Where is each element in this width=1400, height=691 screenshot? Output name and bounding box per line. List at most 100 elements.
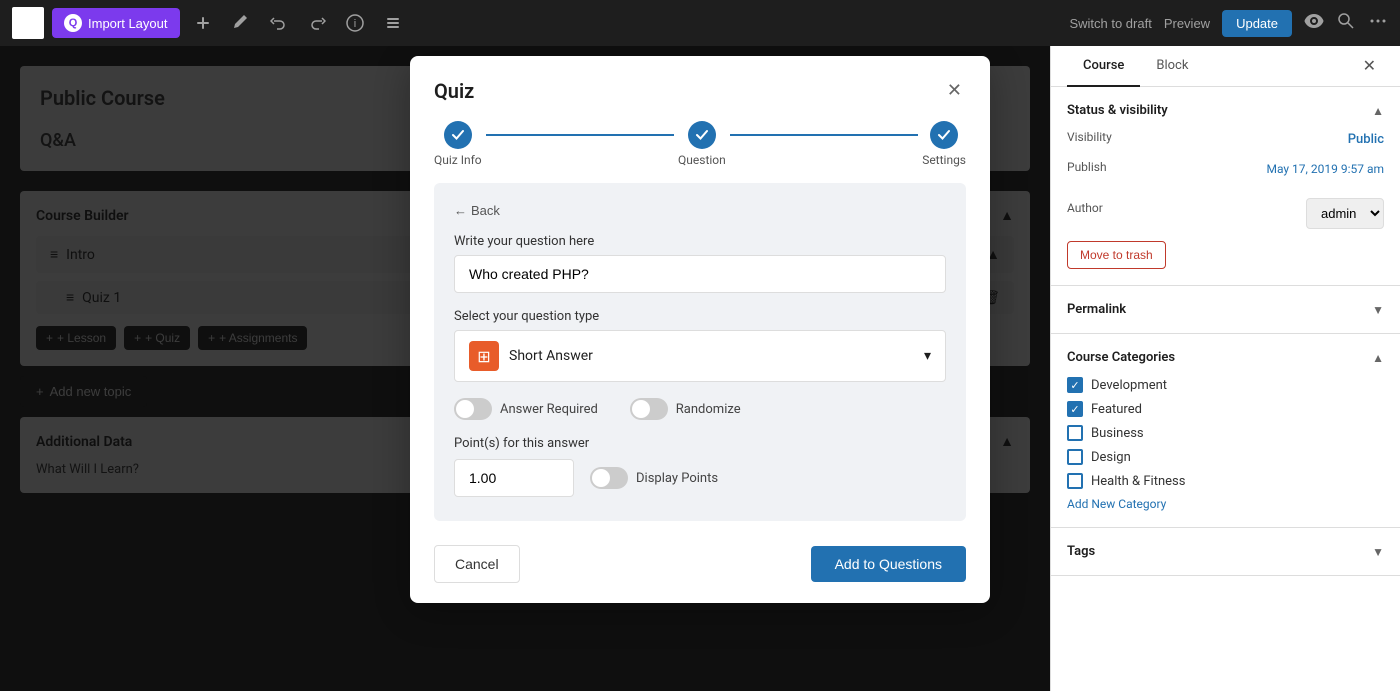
chevron-down-icon: ▾	[924, 348, 931, 364]
step2-label: Question	[678, 153, 726, 167]
tags-title: Tags	[1067, 544, 1095, 559]
permalink-header[interactable]: Permalink ▼	[1067, 302, 1384, 317]
permalink-section: Permalink ▼	[1051, 286, 1400, 334]
step-quiz-info: Quiz Info	[434, 121, 482, 167]
author-select[interactable]: admin	[1306, 198, 1384, 229]
category-featured-checkbox[interactable]: ✓	[1067, 401, 1083, 417]
toggle-knob-1	[456, 400, 474, 418]
categories-title: Course Categories	[1067, 350, 1175, 365]
back-button[interactable]: ← Back	[454, 203, 500, 218]
stepper: Quiz Info Question Settings	[410, 105, 990, 183]
svg-text:W: W	[23, 18, 33, 31]
question-type-value: Short Answer	[509, 348, 593, 364]
author-label: Author	[1067, 201, 1103, 215]
points-row: Display Points	[454, 459, 946, 497]
answer-required-toggle-item: Answer Required	[454, 398, 598, 420]
modal-inner-panel: ← Back Write your question here Select y…	[434, 183, 966, 521]
settings-button[interactable]	[1304, 11, 1324, 36]
topbar-right: Switch to draft Preview Update	[1069, 10, 1388, 37]
move-to-trash-button[interactable]: Move to trash	[1067, 241, 1166, 269]
info-button[interactable]: i	[340, 8, 370, 38]
question-label: Write your question here	[454, 234, 946, 249]
qt-left: ⊞ Short Answer	[469, 341, 593, 371]
switch-to-draft-button[interactable]: Switch to draft	[1069, 16, 1151, 31]
modal-footer: Cancel Add to Questions	[410, 545, 990, 603]
category-business-label: Business	[1091, 426, 1144, 441]
categories-chevron: ▲	[1372, 351, 1384, 365]
topbar: W Q Import Layout i Switch to draft Prev…	[0, 0, 1400, 46]
category-featured: ✓ Featured	[1067, 401, 1384, 417]
back-arrow-icon: ←	[454, 203, 467, 218]
edit-button[interactable]	[226, 8, 256, 38]
add-block-button[interactable]	[188, 8, 218, 38]
status-visibility-chevron: ▲	[1372, 104, 1384, 118]
randomize-label: Randomize	[676, 402, 741, 417]
step3-circle	[930, 121, 958, 149]
category-design: Design	[1067, 449, 1384, 465]
visibility-label: Visibility	[1067, 130, 1112, 144]
tags-section: Tags ▼	[1051, 528, 1400, 576]
import-layout-button[interactable]: Q Import Layout	[52, 8, 180, 38]
publish-field: Publish May 17, 2019 9:57 am	[1067, 160, 1384, 178]
category-business: Business	[1067, 425, 1384, 441]
redo-button[interactable]	[302, 8, 332, 38]
display-points-toggle[interactable]	[590, 467, 628, 489]
add-to-questions-button[interactable]: Add to Questions	[811, 546, 966, 582]
status-visibility-header[interactable]: Status & visibility ▲	[1067, 103, 1384, 118]
cancel-button[interactable]: Cancel	[434, 545, 520, 583]
publish-value[interactable]: May 17, 2019 9:57 am	[1266, 162, 1384, 176]
category-featured-label: Featured	[1091, 402, 1142, 417]
permalink-chevron: ▼	[1372, 303, 1384, 317]
category-development-checkbox[interactable]: ✓	[1067, 377, 1083, 393]
q-icon: Q	[64, 14, 82, 32]
preview-button[interactable]: Preview	[1164, 16, 1210, 31]
category-health-fitness-checkbox[interactable]	[1067, 473, 1083, 489]
randomize-toggle-item: Randomize	[630, 398, 741, 420]
search-button[interactable]	[1336, 11, 1356, 36]
category-health-fitness: Health & Fitness	[1067, 473, 1384, 489]
question-input[interactable]	[454, 255, 946, 293]
more-options-button[interactable]	[1368, 11, 1388, 36]
list-button[interactable]	[378, 8, 408, 38]
permalink-title: Permalink	[1067, 302, 1126, 317]
category-development-label: Development	[1091, 378, 1167, 393]
checkmark-icon: ✓	[1070, 379, 1079, 392]
category-business-checkbox[interactable]	[1067, 425, 1083, 441]
points-section: Point(s) for this answer Display Points	[454, 436, 946, 497]
step3-label: Settings	[922, 153, 966, 167]
step2-circle	[688, 121, 716, 149]
toggle-knob-3	[592, 469, 610, 487]
quiz-modal: Quiz ✕ Quiz Info Question Settings ←	[410, 56, 990, 603]
step-settings: Settings	[922, 121, 966, 167]
step-question: Question	[678, 121, 726, 167]
question-type-label: Select your question type	[454, 309, 946, 324]
randomize-toggle[interactable]	[630, 398, 668, 420]
wp-logo-icon: W	[12, 7, 44, 39]
tags-chevron: ▼	[1372, 545, 1384, 559]
checkmark-icon-2: ✓	[1070, 403, 1079, 416]
update-button[interactable]: Update	[1222, 10, 1292, 37]
tab-course[interactable]: Course	[1067, 46, 1140, 87]
svg-text:i: i	[353, 18, 355, 30]
step-line-1	[486, 134, 674, 136]
right-panel-close-button[interactable]: ✕	[1355, 46, 1384, 86]
tags-header[interactable]: Tags ▼	[1067, 544, 1384, 559]
answer-required-toggle[interactable]	[454, 398, 492, 420]
add-new-category-link[interactable]: Add New Category	[1067, 497, 1384, 511]
modal-title: Quiz	[434, 79, 474, 103]
tab-block[interactable]: Block	[1140, 46, 1204, 87]
right-panel: Course Block ✕ Status & visibility ▲ Vis…	[1050, 46, 1400, 691]
answer-required-label: Answer Required	[500, 402, 598, 417]
points-input[interactable]	[454, 459, 574, 497]
categories-header[interactable]: Course Categories ▲	[1067, 350, 1384, 365]
step-line-2	[730, 134, 918, 136]
category-design-checkbox[interactable]	[1067, 449, 1083, 465]
visibility-value[interactable]: Public	[1348, 132, 1384, 147]
undo-button[interactable]	[264, 8, 294, 38]
author-field: Author admin Move to trash	[1067, 190, 1384, 269]
toggle-row: Answer Required Randomize	[454, 398, 946, 420]
category-development: ✓ Development	[1067, 377, 1384, 393]
display-points-toggle-item: Display Points	[590, 467, 718, 489]
question-type-selector[interactable]: ⊞ Short Answer ▾	[454, 330, 946, 382]
modal-close-button[interactable]: ✕	[943, 76, 966, 105]
